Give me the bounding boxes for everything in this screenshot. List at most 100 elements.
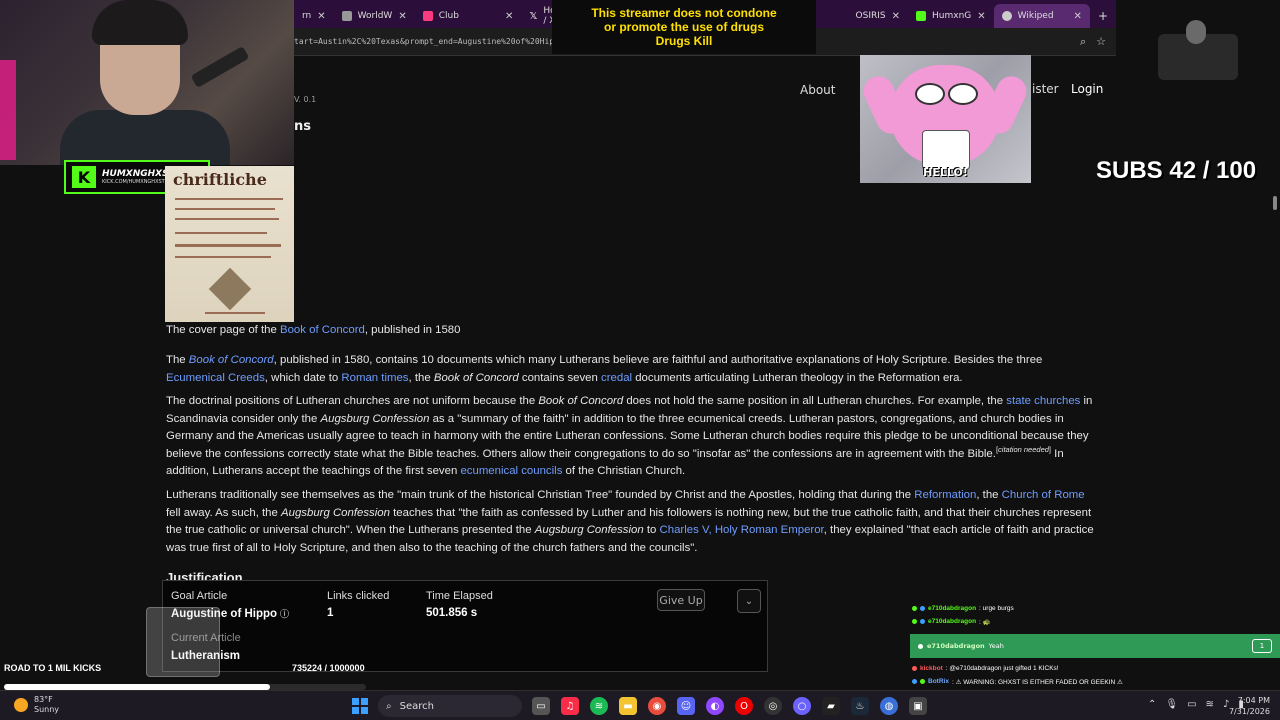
links-clicked-label: Links clicked [327, 590, 390, 602]
browser-icon[interactable]: ◍ [880, 697, 898, 715]
taskbar-clock[interactable]: 7:04 PM 7/31/2026 [1222, 695, 1270, 717]
gif-alert-overlay: HELLO! [860, 55, 1031, 183]
chat-message: BotRix: ⚠ WARNING: GHXST IS EITHER FADED… [910, 675, 1280, 688]
screen: rn✕ WorldW✕ Club✕ 𝕏Home / X OSIRIS✕ Humx… [0, 0, 1280, 720]
nav-login-link[interactable]: Login [1071, 82, 1103, 96]
gif-caption: HELLO! [923, 166, 968, 179]
tab-label: WorldW [357, 11, 393, 21]
article-link[interactable]: Charles V, Holy Roman Emperor [660, 524, 824, 536]
browser-tab[interactable]: WorldW ✕ [334, 4, 415, 28]
chevron-up-icon[interactable]: ⌃ [1148, 699, 1156, 710]
steam-icon[interactable]: ♨ [851, 697, 869, 715]
article-link[interactable]: ecumenical councils [460, 465, 562, 477]
folder-icon[interactable]: ▭ [1187, 699, 1196, 710]
close-icon[interactable]: ✕ [977, 11, 985, 22]
cover-title-text: chriftliche [173, 170, 267, 189]
time-elapsed-value: 501.856 s [426, 607, 478, 619]
chat-message: e710dabdragon: urge burgs [910, 602, 1280, 615]
chat-overlay-lower: kickbot: @e710dabdragon just gifted 1 KI… [910, 662, 1280, 688]
app-window-icon[interactable]: ▣ [909, 697, 927, 715]
browser-tab[interactable]: rn ✕ [294, 4, 334, 28]
browser-tab-active[interactable]: Wikiped ✕ [993, 4, 1090, 28]
weather-condition: Sunny [34, 705, 60, 714]
file-explorer-icon[interactable]: ▬ [619, 697, 637, 715]
twitch-icon[interactable]: ◐ [706, 697, 724, 715]
windows-start-icon[interactable] [352, 698, 368, 714]
article-link[interactable]: Reformation [914, 489, 976, 501]
close-icon[interactable]: ✕ [1074, 11, 1082, 22]
kick-logo-icon: K [72, 166, 96, 188]
plus-icon: + [1097, 9, 1108, 23]
book-of-concord-link[interactable]: Book of Concord [280, 324, 365, 336]
sun-icon [14, 698, 28, 712]
close-icon[interactable]: ✕ [505, 11, 513, 22]
article-paragraph: The doctrinal positions of Lutheran chur… [166, 395, 1093, 478]
wiki-game-status-panel: Goal Article Augustine of Hippo ⓘ Links c… [162, 580, 768, 672]
nav-register-link[interactable]: ister [1032, 82, 1059, 96]
chat-message: e710dabdragon: 🐢 [910, 615, 1280, 628]
tab-label: HumxnG [932, 11, 972, 21]
goal-article-label: Goal Article [171, 590, 228, 602]
browser-tab[interactable]: Club ✕ [415, 4, 522, 28]
wiki-icon [1001, 11, 1012, 21]
article-link[interactable]: Church of Rome [1002, 489, 1085, 501]
close-icon[interactable]: ✕ [317, 11, 325, 22]
mini-cam-overlay [1158, 20, 1238, 80]
glass-cup-overlay [146, 607, 220, 677]
music-app-icon[interactable]: ♫ [561, 697, 579, 715]
page-heading-fragment: ns [294, 119, 311, 134]
warning-line: or promote the use of drugs [603, 20, 764, 34]
article-link[interactable]: Book of Concord [189, 354, 274, 366]
taskbar-search[interactable]: ⌕ Search [378, 695, 522, 717]
tab-label: OSIRIS [855, 11, 886, 21]
article-link[interactable]: Ecumenical Creeds [166, 372, 265, 384]
wifi-icon[interactable]: ≋ [1206, 699, 1214, 710]
tab-label: Wikiped [1017, 11, 1054, 21]
close-icon[interactable]: ✕ [398, 11, 406, 22]
chat-overlay: e710dabdragon: urge burgs e710dabdragon:… [910, 602, 1280, 628]
chevron-down-icon[interactable]: ⌄ [737, 589, 761, 613]
temperature: 83°F [34, 695, 53, 704]
terminal-icon[interactable]: ▰ [822, 697, 840, 715]
article-paragraph: The Book of Concord, published in 1580, … [166, 354, 1043, 384]
browser-tab[interactable]: OSIRIS ✕ [848, 4, 908, 28]
give-up-button[interactable]: Give Up [657, 589, 705, 611]
subs-goal-counter: SUBS 42 / 100 [1096, 157, 1257, 184]
image-caption: The cover page of the Book of Concord, p… [166, 324, 461, 336]
info-icon[interactable]: ⓘ [280, 609, 289, 619]
time-elapsed-label: Time Elapsed [426, 590, 493, 602]
club-icon [422, 11, 433, 21]
obs-icon[interactable]: ◎ [764, 697, 782, 715]
nav-about-link[interactable]: About [800, 83, 835, 97]
streamer-url: KICK.COM/HUMXNGHXST [102, 179, 165, 185]
article-link[interactable]: Roman times [341, 372, 408, 384]
article-link[interactable]: state churches [1006, 395, 1080, 407]
spotify-icon[interactable]: ≋ [590, 697, 608, 715]
drug-warning-overlay: This streamer does not condone or promot… [552, 0, 816, 54]
new-tab-button[interactable]: + [1090, 4, 1116, 28]
book-of-concord-cover-image: chriftliche [165, 166, 294, 322]
clock-date: 7/31/2026 [1228, 707, 1270, 716]
task-view-icon[interactable]: ▭ [532, 697, 550, 715]
weather-widget[interactable]: 83°F Sunny [14, 695, 59, 715]
warning-line: This streamer does not condone [591, 6, 777, 20]
discord-icon[interactable]: ☺ [677, 697, 695, 715]
clock-time: 7:04 PM [1237, 696, 1270, 705]
article-link[interactable]: credal [601, 372, 632, 384]
zoom-icon[interactable]: ⌕ [1080, 35, 1086, 49]
search-icon: ⌕ [386, 700, 392, 712]
tab-label: rn [302, 11, 312, 21]
bookmark-star-icon[interactable]: ☆ [1096, 35, 1106, 49]
chat-highlighted-message: e710dabdragon Yeah 1 [910, 634, 1280, 658]
close-icon[interactable]: ✕ [892, 11, 900, 22]
page-icon [341, 11, 352, 21]
app-icon[interactable]: ○ [793, 697, 811, 715]
chat-message: kickbot: @e710dabdragon just gifted 1 KI… [910, 662, 1280, 675]
x-icon: 𝕏 [529, 10, 538, 22]
road-to-kicks-count: 735224 / 1000000 [292, 663, 365, 673]
microphone-icon[interactable]: 🎙 [1165, 699, 1178, 710]
opera-icon[interactable]: O [735, 697, 753, 715]
highlight-count-badge: 1 [1252, 639, 1272, 653]
browser-tab[interactable]: HumxnG ✕ [908, 4, 994, 28]
chrome-icon[interactable]: ◉ [648, 697, 666, 715]
